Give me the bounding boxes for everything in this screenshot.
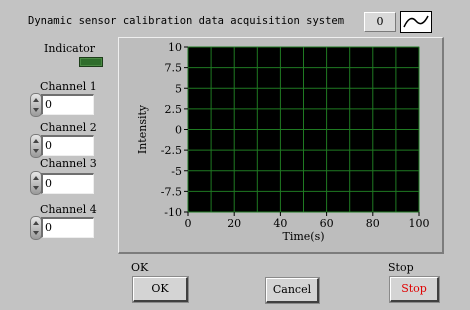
sine-wave-icon[interactable] xyxy=(400,11,432,33)
y-tick-label: 5 xyxy=(175,82,182,95)
plot-legend-number[interactable]: 0 xyxy=(364,12,396,32)
x-tick-label: 20 xyxy=(227,217,241,230)
ok-caption: OK xyxy=(131,261,149,274)
ok-button[interactable]: OK xyxy=(132,276,189,303)
channel-3-input[interactable]: 0 xyxy=(41,173,94,194)
y-ticks: 10 7.5 5 2.5 0 -2.5 -5 -7.5 -10 xyxy=(161,41,188,219)
channel-2-input[interactable]: 0 xyxy=(41,135,94,156)
y-tick-label: -7.5 xyxy=(161,185,182,198)
chart-svg: 10 7.5 5 2.5 0 -2.5 -5 -7.5 -10 0 20 40 60 80 100 Int… xyxy=(136,41,430,243)
y-axis-label: Intensity xyxy=(136,104,149,154)
app-title: Dynamic sensor calibration data acquisit… xyxy=(28,15,345,27)
y-tick-label: 0 xyxy=(175,124,182,137)
y-tick-label: -5 xyxy=(171,165,182,178)
indicator-led xyxy=(79,57,103,67)
channel-3-label: Channel 3 xyxy=(40,157,97,170)
channel-1-input[interactable]: 0 xyxy=(41,94,94,115)
x-tick-label: 0 xyxy=(185,217,192,230)
indicator-label: Indicator xyxy=(44,42,96,55)
stop-caption: Stop xyxy=(388,261,414,274)
channel-1-label: Channel 1 xyxy=(40,80,97,93)
x-tick-label: 60 xyxy=(320,217,334,230)
x-ticks: 0 20 40 60 80 100 xyxy=(185,212,430,230)
y-tick-label: 10 xyxy=(168,41,182,54)
cancel-button[interactable]: Cancel xyxy=(265,277,320,304)
waveform-graph[interactable]: 10 7.5 5 2.5 0 -2.5 -5 -7.5 -10 0 20 40 60 80 100 Int… xyxy=(118,37,444,254)
y-tick-label: 7.5 xyxy=(165,62,183,75)
x-tick-label: 80 xyxy=(366,217,380,230)
channel-4-input[interactable]: 0 xyxy=(41,217,94,238)
y-tick-label: -10 xyxy=(164,206,182,219)
y-tick-label: -2.5 xyxy=(161,144,182,157)
stop-button[interactable]: Stop xyxy=(389,276,440,303)
channel-4-label: Channel 4 xyxy=(40,203,97,216)
x-axis-label: Time(s) xyxy=(282,230,324,243)
channel-2-label: Channel 2 xyxy=(40,121,97,134)
x-tick-label: 40 xyxy=(273,217,287,230)
y-tick-label: 2.5 xyxy=(165,103,183,116)
x-tick-label: 100 xyxy=(409,217,430,230)
